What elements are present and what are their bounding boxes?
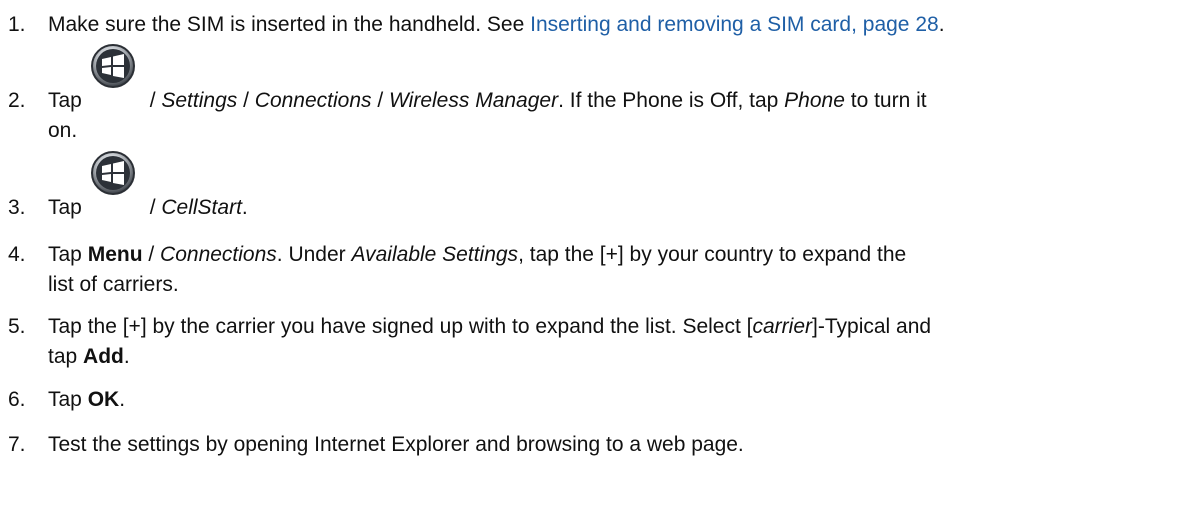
step-1: 1. Make sure the SIM is inserted in the … xyxy=(8,10,1185,40)
tap-label: Tap xyxy=(48,388,88,411)
separator: / xyxy=(142,243,161,266)
step-number: 5. xyxy=(8,315,26,338)
tap-label: tap xyxy=(48,345,84,368)
cellstart-label: CellStart xyxy=(161,196,242,219)
step-number: 3. xyxy=(8,196,26,219)
connections-label: Connections xyxy=(160,243,277,266)
settings-label: Settings xyxy=(161,89,238,112)
tap-label: Tap xyxy=(48,196,82,219)
separator: / xyxy=(237,89,255,112)
step-2: 2. Tap / Settings / Connections / Wirele… xyxy=(8,58,1185,146)
step-number: 2. xyxy=(8,89,26,112)
carrier-placeholder: carrier xyxy=(752,315,813,338)
step-text: Make sure the SIM is inserted in the han… xyxy=(48,13,531,36)
step-text: Test the settings by opening Internet Ex… xyxy=(48,433,744,456)
step-text: . Under xyxy=(276,243,352,266)
step-number: 6. xyxy=(8,388,26,411)
step-4: 4. Tap Menu / Connections. Under Availab… xyxy=(8,240,1185,300)
step-number: 4. xyxy=(8,243,26,266)
step-number: 1. xyxy=(8,13,26,36)
step-text-end: . xyxy=(123,345,130,368)
wireless-manager-label: Wireless Manager xyxy=(389,89,559,112)
connections-label: Connections xyxy=(254,89,372,112)
step-continuation: list of carriers. xyxy=(48,273,179,296)
menu-label: Menu xyxy=(87,243,143,266)
phone-label: Phone xyxy=(784,89,845,112)
ok-label: OK xyxy=(87,388,120,411)
step-number: 7. xyxy=(8,433,26,456)
step-text: Tap the [+] by the carrier you have sign… xyxy=(48,315,753,338)
separator: / xyxy=(371,89,390,112)
step-continuation: on. xyxy=(48,119,78,142)
add-label: Add xyxy=(83,345,124,368)
windows-start-icon xyxy=(90,43,136,89)
tap-label: Tap xyxy=(48,243,88,266)
separator: / xyxy=(143,89,162,112)
tap-label: Tap xyxy=(48,89,82,112)
instructions-page: 1. Make sure the SIM is inserted in the … xyxy=(0,0,1193,511)
step-continuation: tap Add. xyxy=(48,342,1185,372)
step-6: 6. Tap OK. xyxy=(8,385,1185,415)
step-5: 5. Tap the [+] by the carrier you have s… xyxy=(8,312,1185,372)
step-text-end: to turn it xyxy=(844,89,927,112)
sim-card-link[interactable]: Inserting and removing a SIM card, page … xyxy=(530,13,939,36)
step-text-end: . xyxy=(119,388,126,411)
step-3: 3. Tap / CellStart. xyxy=(8,165,1185,223)
available-settings-label: Available Settings xyxy=(351,243,519,266)
step-text-end: . xyxy=(241,196,248,219)
step-text-end: . xyxy=(938,13,945,36)
step-7: 7. Test the settings by opening Internet… xyxy=(8,430,1185,460)
step-text-end: , tap the [+] by your country to expand … xyxy=(518,243,907,266)
separator: / xyxy=(143,196,162,219)
step-text: ]-Typical and xyxy=(812,315,932,338)
windows-start-icon xyxy=(90,150,136,196)
step-text: . If the Phone is Off, tap xyxy=(558,89,785,112)
